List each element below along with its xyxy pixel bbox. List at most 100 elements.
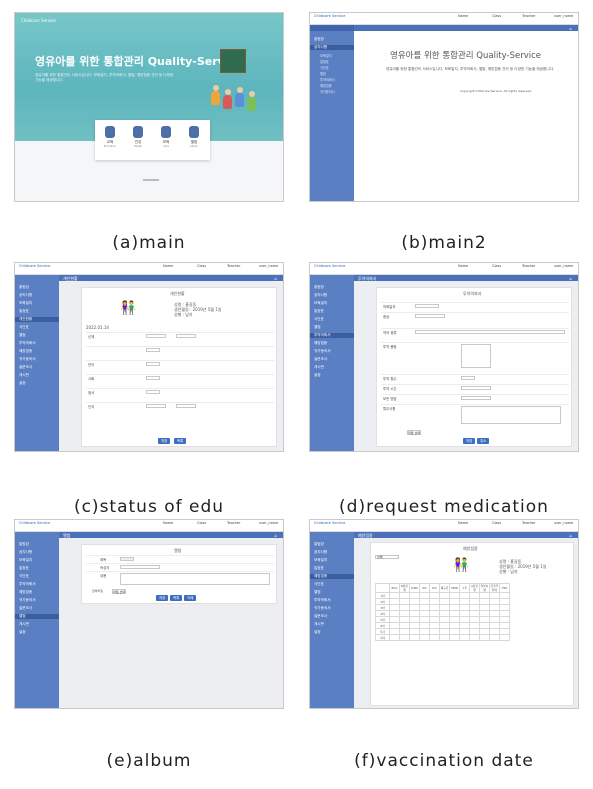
sidebar-item[interactable]: 설정 — [314, 630, 321, 635]
sidebar-item[interactable]: 식단표 — [314, 317, 324, 322]
app-logo[interactable]: Childcare Service — [314, 521, 345, 525]
service-card[interactable]: 건강 Health — [125, 124, 151, 156]
input-field[interactable] — [146, 362, 160, 366]
sidebar-item[interactable]: 설정 — [19, 630, 26, 635]
sidebar-subitem[interactable]: 앨범 — [320, 71, 326, 76]
input-field[interactable] — [146, 348, 160, 352]
sidebar-item-active[interactable]: 개인현황 — [15, 317, 59, 322]
home-icon[interactable]: ⌂ — [569, 26, 572, 31]
sidebar-item[interactable]: 알림장 — [314, 542, 324, 547]
sidebar-item[interactable]: 게시판 — [314, 365, 324, 370]
service-card[interactable]: 보육 Care — [153, 124, 179, 156]
user-menu[interactable]: user_name — [259, 264, 278, 268]
sidebar-item[interactable]: 귀가동의서 — [19, 598, 36, 603]
sidebar-item[interactable]: 일정표 — [19, 309, 29, 314]
sidebar-item[interactable]: 식단표 — [19, 325, 29, 330]
input-field[interactable] — [146, 390, 160, 394]
user-menu[interactable]: user_name — [259, 521, 278, 525]
time-input[interactable] — [461, 386, 491, 390]
symptom-input[interactable] — [415, 314, 445, 318]
sidebar-item-active[interactable]: 투약의뢰서 — [310, 333, 354, 338]
sidebar-item[interactable]: 일정표 — [314, 309, 324, 314]
sidebar-item[interactable]: 공지사항 — [19, 550, 32, 555]
storage-input[interactable] — [461, 396, 491, 400]
sidebar-item[interactable]: 앨범 — [19, 333, 26, 338]
sidebar-item[interactable]: 투약의뢰서 — [314, 598, 331, 603]
sidebar-item[interactable]: 게시판 — [314, 622, 324, 627]
sidebar-item[interactable]: 투약의뢰서 — [19, 341, 36, 346]
home-icon[interactable]: ⌂ — [274, 533, 277, 538]
child-select[interactable]: 선택 — [375, 555, 399, 559]
sidebar-item[interactable]: 일정표 — [19, 566, 29, 571]
file-select-button[interactable]: 파일 선택 — [407, 430, 421, 435]
sidebar-item[interactable]: 설정 — [314, 373, 321, 378]
sidebar-item[interactable]: 설문조사 — [314, 614, 327, 619]
home-icon[interactable]: ⌂ — [569, 276, 572, 281]
home-icon[interactable]: ⌂ — [274, 276, 277, 281]
file-select-button[interactable]: 파일 선택 — [112, 589, 126, 594]
sidebar-item[interactable]: 귀가동의서 — [314, 606, 331, 611]
sidebar-item[interactable]: 보육일지 — [314, 301, 327, 306]
writer-input[interactable] — [120, 565, 160, 569]
sidebar-item-active[interactable]: 예방접종 — [310, 574, 354, 579]
carousel-indicator[interactable] — [143, 179, 159, 181]
site-logo[interactable]: Childcare Service — [21, 18, 56, 23]
service-card[interactable]: 교육 Education — [97, 124, 123, 156]
sidebar-item[interactable]: 예방접종 — [314, 341, 327, 346]
list-button[interactable]: 목록 — [170, 595, 183, 601]
sidebar-item[interactable]: 귀가동의서 — [19, 357, 36, 362]
count-input[interactable] — [461, 376, 475, 380]
sidebar-item[interactable]: 앨범 — [314, 325, 321, 330]
sidebar-subitem[interactable]: 보육일지 — [320, 53, 332, 58]
sidebar-item[interactable]: 설문조사 — [314, 357, 327, 362]
user-menu[interactable]: user_name — [554, 264, 573, 268]
sidebar-subitem[interactable]: 일정표 — [320, 59, 329, 64]
sidebar-subitem[interactable]: 예방접종 — [320, 83, 332, 88]
sidebar-item[interactable]: 공지사항 — [314, 550, 327, 555]
home-icon[interactable]: ⌂ — [569, 533, 572, 538]
sidebar-item[interactable]: 보육일지 — [19, 558, 32, 563]
sidebar-item[interactable]: 귀가동의서 — [314, 349, 331, 354]
sidebar-subitem[interactable]: 식단표 — [320, 65, 329, 70]
app-logo[interactable]: Childcare Service — [19, 264, 50, 268]
sidebar-item[interactable]: 알림장 — [314, 285, 324, 290]
medicine-input[interactable] — [415, 330, 565, 334]
sidebar-item[interactable]: 예방접종 — [19, 349, 32, 354]
sidebar-subitem[interactable]: 귀가동의서 — [320, 89, 335, 94]
save-button[interactable]: 저장 — [158, 438, 171, 444]
sidebar-item[interactable]: 게시판 — [19, 622, 29, 627]
sidebar-item[interactable]: 식단표 — [314, 582, 324, 587]
service-card[interactable]: 앨범 Album — [181, 124, 207, 156]
sidebar-item[interactable]: 알림장 — [19, 285, 29, 290]
select-field[interactable] — [146, 404, 166, 408]
sidebar-item[interactable]: 알림장 — [314, 37, 324, 42]
sidebar-item[interactable]: 보육일지 — [19, 301, 32, 306]
delete-button[interactable]: 삭제 — [184, 595, 197, 601]
cancel-button[interactable]: 취소 — [477, 438, 490, 444]
sidebar-item[interactable]: 공지사항 — [19, 293, 32, 298]
date-select[interactable] — [415, 304, 439, 308]
user-menu[interactable]: user_name — [554, 14, 573, 18]
input-field[interactable] — [146, 376, 160, 380]
sidebar-item[interactable]: 알림장 — [19, 542, 29, 547]
content-textarea[interactable] — [120, 573, 270, 585]
save-button[interactable]: 저장 — [156, 595, 169, 601]
select-field[interactable] — [176, 334, 196, 338]
sidebar-item-active[interactable]: 앨범 — [15, 614, 59, 619]
sidebar-item-active[interactable]: 공지사항 — [310, 45, 354, 50]
sidebar-item[interactable]: 설정 — [19, 381, 26, 386]
title-input[interactable] — [120, 557, 134, 561]
sidebar-item[interactable]: 투약의뢰서 — [19, 582, 36, 587]
notes-textarea[interactable] — [461, 406, 561, 424]
sidebar-item[interactable]: 설문조사 — [19, 365, 32, 370]
sidebar-item[interactable]: 일정표 — [314, 566, 324, 571]
list-button[interactable]: 목록 — [174, 438, 187, 444]
sidebar-item[interactable]: 설문조사 — [19, 606, 32, 611]
sidebar-item[interactable]: 게시판 — [19, 373, 29, 378]
sidebar-item[interactable]: 보육일지 — [314, 558, 327, 563]
select-field[interactable] — [176, 404, 196, 408]
select-field[interactable] — [146, 334, 166, 338]
sidebar-item[interactable]: 공지사항 — [314, 293, 327, 298]
sidebar-item[interactable]: 앨범 — [314, 590, 321, 595]
app-logo[interactable]: Childcare Service — [314, 14, 345, 18]
